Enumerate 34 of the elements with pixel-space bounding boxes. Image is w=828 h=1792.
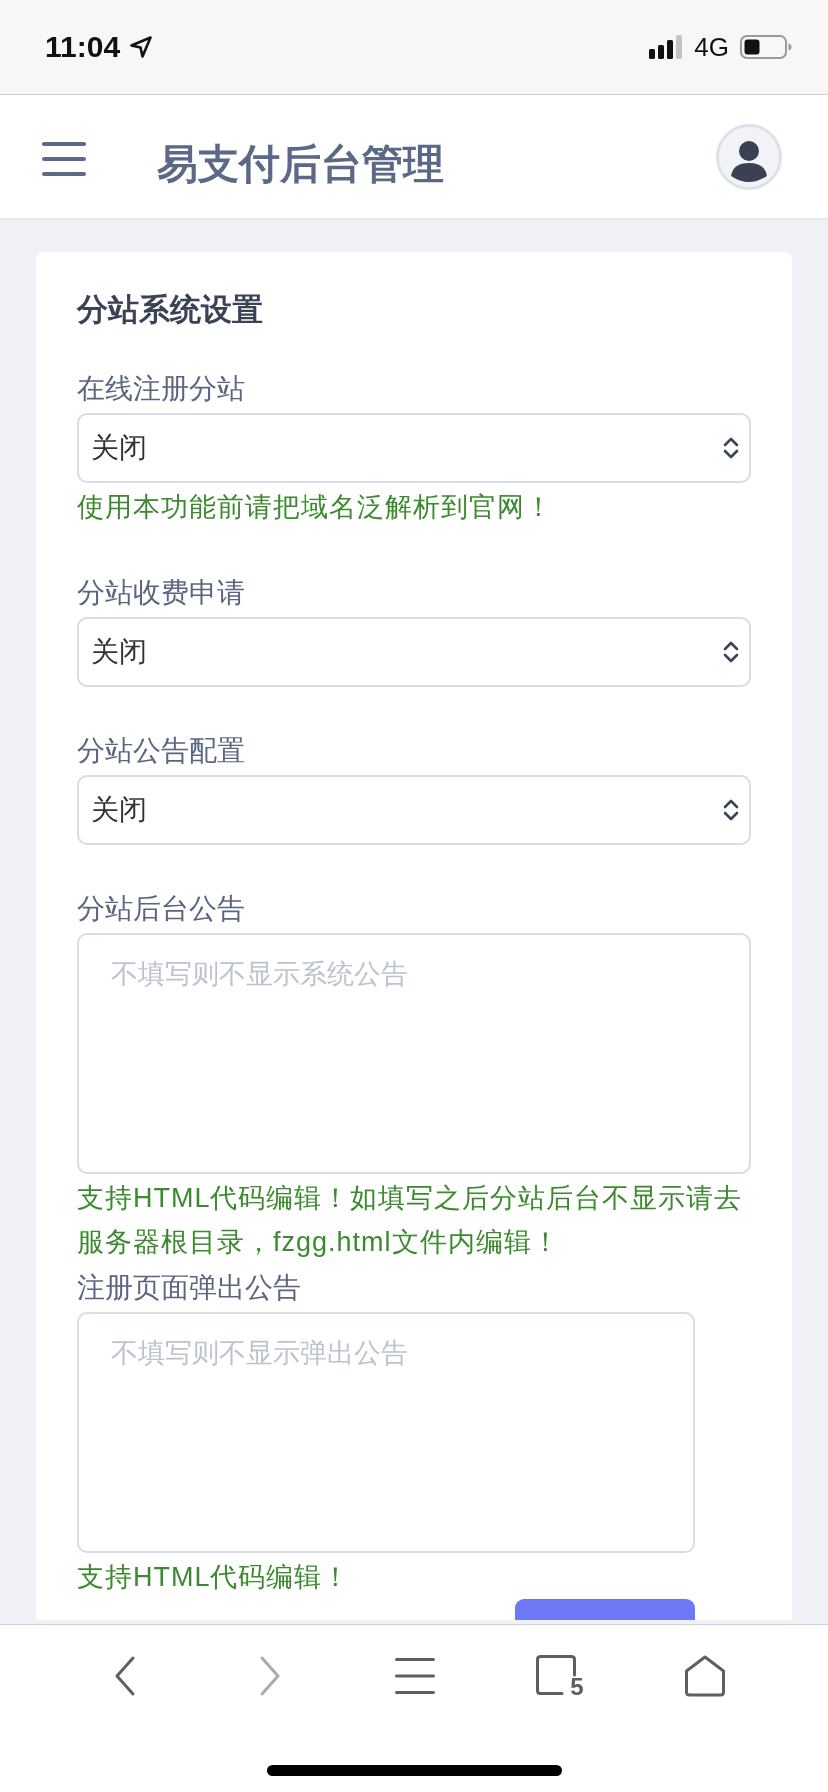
- menu-button[interactable]: [42, 141, 86, 176]
- battery-icon: [740, 35, 792, 59]
- tabs-button[interactable]: 5: [535, 1655, 584, 1697]
- textarea-field[interactable]: 不填写则不显示系统公告: [77, 933, 751, 1174]
- help-text: 支持HTML代码编辑！: [77, 1561, 352, 1594]
- select-field[interactable]: 关闭: [77, 617, 751, 687]
- help-text: 使用本功能前请把域名泛解析到官网！: [77, 491, 554, 524]
- card-title: 分站系统设置: [77, 291, 264, 329]
- chevron-right-icon: [258, 1656, 281, 1696]
- select-field[interactable]: 关闭: [77, 413, 751, 483]
- chevron-up-down-icon: [723, 640, 739, 664]
- page-title: 易支付后台管理: [157, 139, 444, 189]
- home-button[interactable]: [683, 1655, 726, 1697]
- network-type: 4G: [694, 32, 729, 62]
- status-time: 11:04: [45, 29, 121, 65]
- chevron-up-down-icon: [723, 798, 739, 822]
- field-label: 注册页面弹出公告: [77, 1271, 302, 1305]
- avatar-icon[interactable]: [716, 123, 782, 190]
- chevron-up-down-icon: [723, 436, 739, 460]
- location-arrow-icon: [129, 35, 154, 59]
- house-icon: [683, 1655, 726, 1697]
- menu-icon: [42, 141, 86, 176]
- textarea-field[interactable]: 不填写则不显示弹出公告: [77, 1312, 695, 1553]
- field-label: 在线注册分站: [77, 372, 246, 406]
- field-label: 分站收费申请: [77, 576, 246, 610]
- signal-icon: [649, 35, 684, 59]
- select-field[interactable]: 关闭: [77, 775, 751, 845]
- menu-icon: [394, 1658, 435, 1694]
- field-label: 分站公告配置: [77, 734, 246, 768]
- back-button[interactable]: [113, 1656, 136, 1696]
- chevron-left-icon: [113, 1656, 136, 1696]
- menu-button[interactable]: [394, 1658, 435, 1694]
- field-label: 分站后台公告: [77, 892, 246, 926]
- help-text: 支持HTML代码编辑！如填写之后分站后台不显示请去服务器根目录，fzgg.html文件内编辑！: [77, 1182, 744, 1259]
